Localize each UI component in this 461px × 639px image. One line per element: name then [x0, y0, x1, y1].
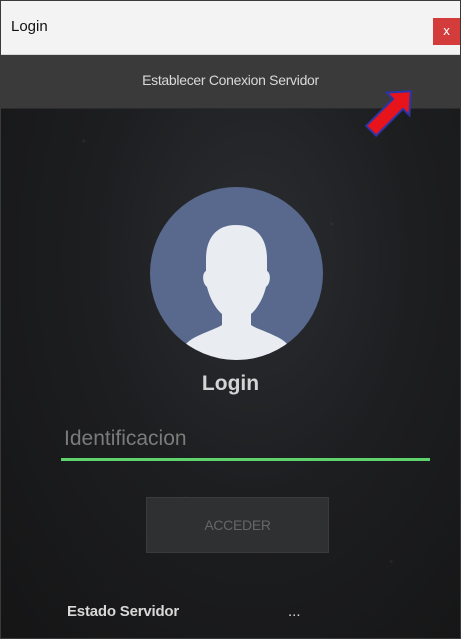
identification-input[interactable]: [61, 421, 429, 457]
user-avatar: [150, 187, 323, 360]
login-heading: Login: [201, 372, 260, 395]
user-silhouette-icon: [178, 225, 295, 360]
window-title: Login: [11, 18, 48, 35]
input-underline: [61, 458, 430, 461]
server-status-label: Estado Servidor: [67, 603, 180, 620]
close-button[interactable]: x: [433, 18, 460, 45]
server-status-value: ...: [288, 603, 301, 620]
acceder-button[interactable]: ACCEDER: [146, 497, 329, 553]
red-arrow-annotation: [364, 90, 412, 138]
title-bar[interactable]: Login x: [1, 1, 460, 55]
login-window: Login x Establecer Conexion Servidor Log…: [0, 0, 461, 639]
